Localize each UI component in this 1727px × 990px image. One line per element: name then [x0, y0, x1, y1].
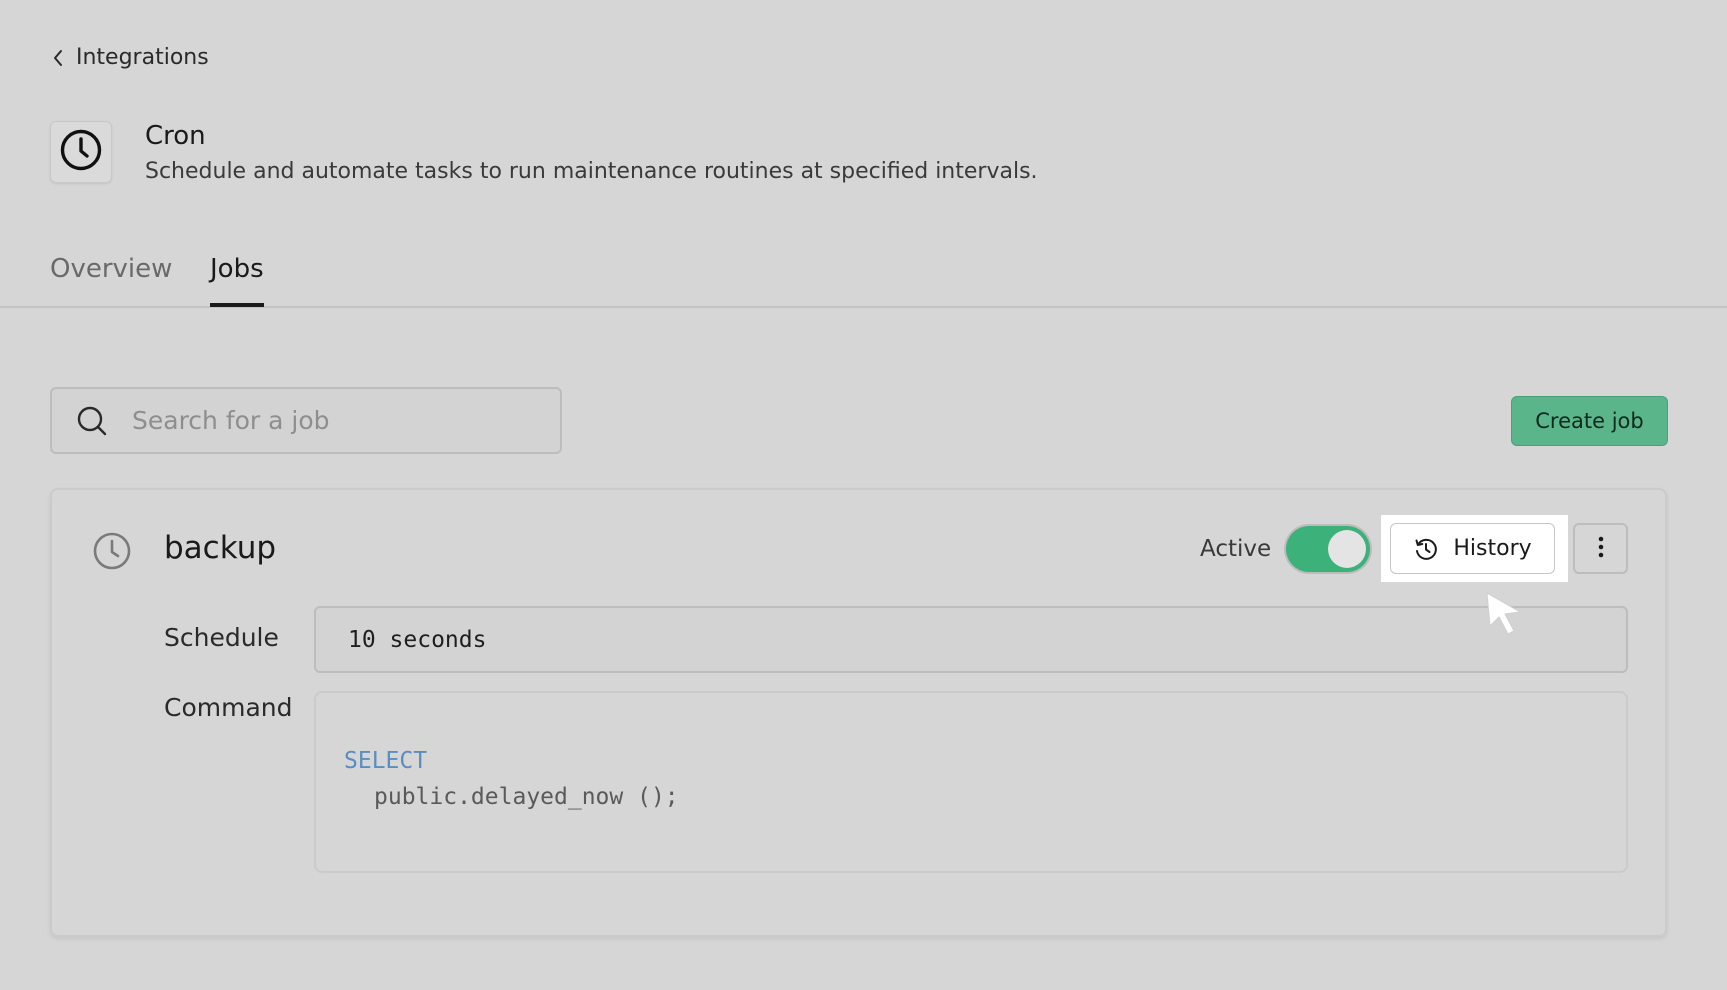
history-icon: [1413, 536, 1439, 562]
tab-bar: Overview Jobs: [0, 248, 1727, 308]
integration-title: Cron: [145, 121, 206, 151]
job-clock-icon: [92, 531, 132, 575]
back-link-label: Integrations: [76, 45, 209, 70]
tab-jobs[interactable]: Jobs: [210, 252, 264, 307]
chevron-left-icon: [52, 48, 64, 68]
sql-keyword: SELECT: [344, 748, 428, 774]
toggle-knob: [1328, 530, 1366, 568]
job-search: [50, 387, 562, 454]
clock-icon: [59, 128, 103, 176]
command-label: Command: [164, 693, 293, 722]
search-icon: [76, 405, 108, 437]
history-button[interactable]: History: [1390, 523, 1555, 574]
integration-header: Cron Schedule and automate tasks to run …: [50, 121, 1038, 187]
active-toggle[interactable]: [1286, 526, 1370, 572]
search-input[interactable]: [130, 405, 514, 436]
job-name: backup: [164, 530, 277, 566]
job-card: backup Active History Schedule 10 second…: [50, 488, 1667, 937]
integration-logo: [50, 121, 112, 183]
schedule-label: Schedule: [164, 623, 279, 652]
active-label: Active: [1200, 536, 1272, 562]
more-options-button[interactable]: [1573, 523, 1628, 574]
back-to-integrations-link[interactable]: Integrations: [52, 45, 209, 70]
schedule-field[interactable]: 10 seconds: [314, 606, 1628, 673]
command-editor[interactable]: SELECT public.delayed_now ();: [314, 691, 1628, 873]
sql-command-body: public.delayed_now ();: [374, 784, 679, 810]
tab-overview[interactable]: Overview: [50, 252, 172, 286]
integration-description: Schedule and automate tasks to run maint…: [145, 159, 1038, 184]
more-vertical-icon: [1598, 536, 1604, 561]
history-button-label: History: [1453, 536, 1532, 561]
mouse-pointer-icon: [1484, 590, 1528, 642]
create-job-button[interactable]: Create job: [1511, 396, 1668, 446]
